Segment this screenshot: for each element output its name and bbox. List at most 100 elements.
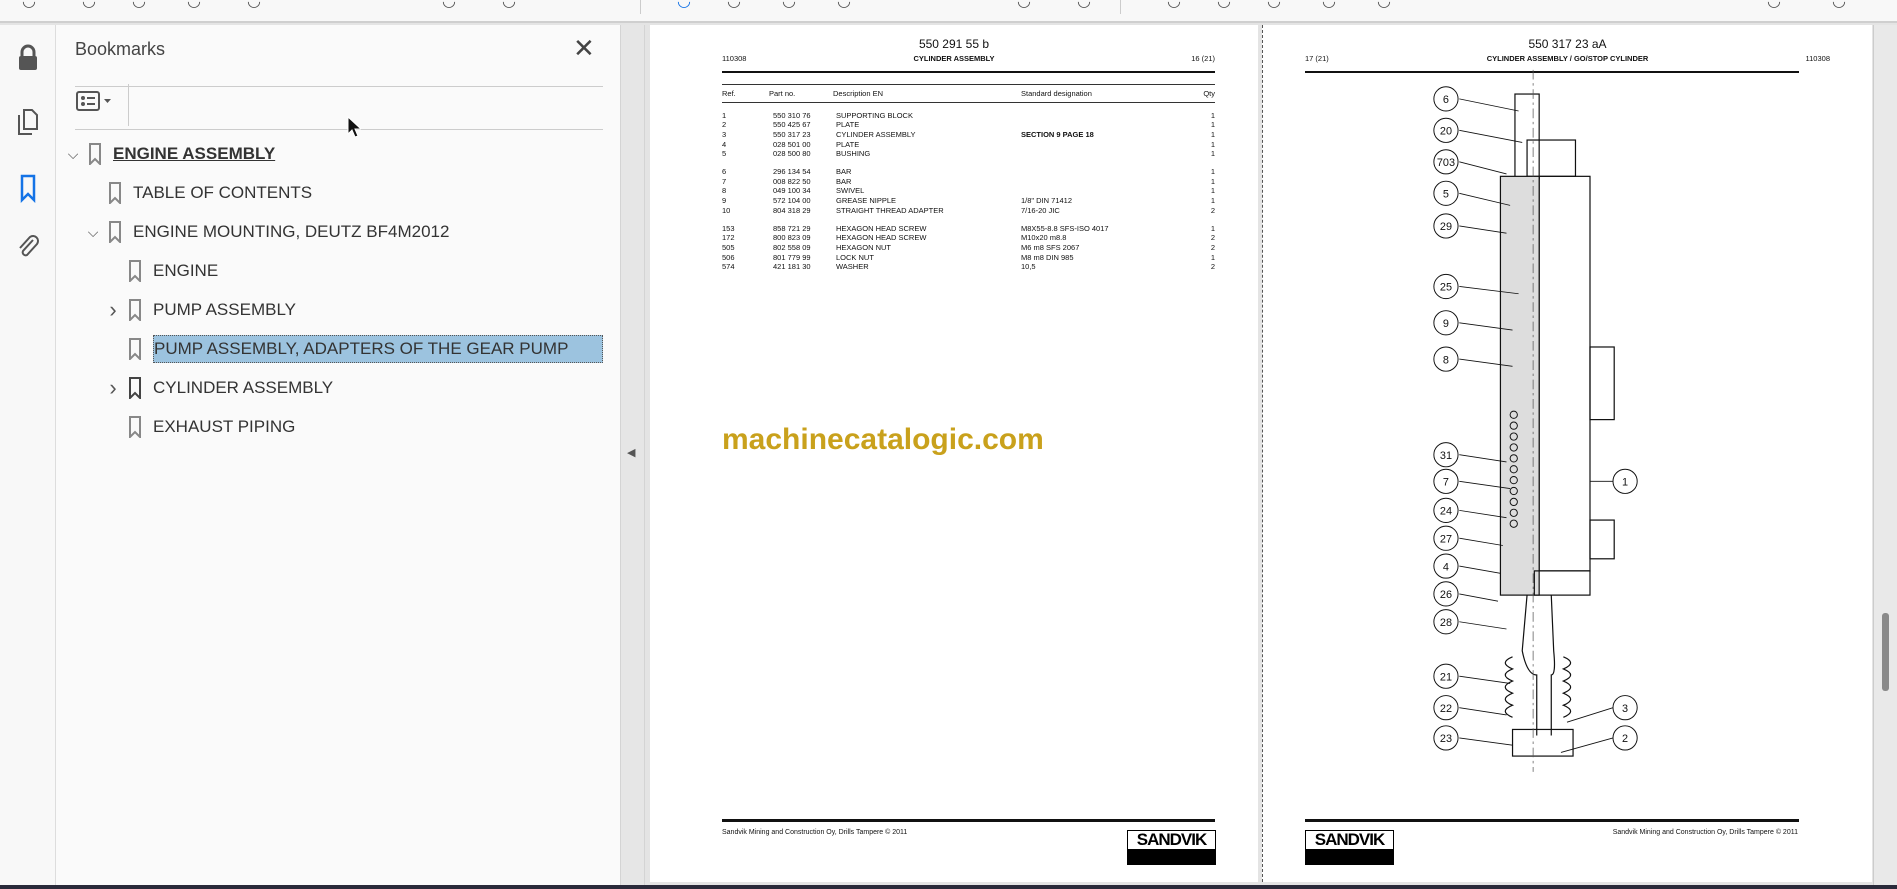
bookmark-item[interactable]: ENGINE [104,256,218,286]
rule [722,71,1215,73]
collapse-arrow-icon[interactable]: ◀ [627,446,635,459]
bookmark-label: ENGINE MOUNTING, DEUTZ BF4M2012 [133,222,450,241]
table-cell: SWIVEL [836,186,865,196]
bookmark-item[interactable]: ⌵ ENGINE ASSEMBLY [64,139,275,169]
leader-line [1459,129,1523,143]
stamp-icon[interactable]: ◡ [1375,0,1393,10]
upload-icon[interactable]: ◡ [130,0,148,10]
table-row: 3 550 317 23 CYLINDER ASSEMBLY SECTION 9 PA… [722,130,1215,140]
bookmark-item[interactable]: PUMP ASSEMBLY, ADAPTERS OF THE GEAR PUMP [104,334,603,364]
table-cell: GREASE NIPPLE [836,196,897,206]
callout-label: 28 [1440,617,1452,629]
callout-label: 3 [1622,703,1628,715]
draw-icon[interactable]: ◡ [1265,0,1283,10]
bookmark-item[interactable]: TABLE OF CONTENTS [84,178,312,208]
table-cell: 2 [1210,242,1215,252]
callout-label: 6 [1443,94,1449,106]
table-cell [1021,140,1191,150]
table-cell: 5 [722,149,727,159]
print-icon[interactable]: ◡ [185,0,203,10]
table-cell: 421 181 30 [773,262,811,272]
table-cell: 10 [722,205,731,215]
callout-label: 4 [1443,561,1449,573]
table-cell: STRAIGHT THREAD ADAPTER [836,205,944,215]
table-cell: 2 [722,120,727,130]
callout-label: 9 [1443,318,1449,330]
watermark: machinecatalogic.com [722,423,1044,456]
zoom-in-icon[interactable]: ◡ [835,0,853,10]
bookmark-icon[interactable]: ◡ [80,0,98,10]
table-cell: M8X55-8.8 SFS-ISO 4017 [1021,223,1109,233]
leader-line [1459,98,1519,112]
bookmark-options-button[interactable] [75,90,115,112]
bookmark-item[interactable]: ⌵ ENGINE MOUNTING, DEUTZ BF4M2012 [84,217,449,247]
table-cell: HEXAGON NUT [836,242,892,252]
table-cell: PLATE [836,139,860,149]
chevron-down-icon[interactable]: ⌵ [84,224,102,241]
bookmark-item[interactable]: EXHAUST PIPING [104,412,295,442]
table-cell: 2 [1210,233,1215,243]
table-cell: 550 425 67 [773,120,811,130]
callout-label: 24 [1440,506,1452,518]
chevron-down-icon[interactable]: ⌵ [64,146,82,163]
pages-icon[interactable] [14,107,42,137]
table-row: 5 028 500 80 BUSHING 1 [722,149,1215,159]
bookmark-item[interactable]: › CYLINDER ASSEMBLY [104,373,333,403]
table-cell: 800 823 09 [773,233,811,243]
page-up-icon[interactable]: ◡ [440,0,458,10]
callout-label: 703 [1437,157,1455,169]
table-cell: HEXAGON HEAD SCREW [836,223,927,233]
table-cell: 2 [1210,205,1215,215]
bookmark-label: ENGINE [153,261,219,280]
fit-icon[interactable]: ◡ [1015,0,1033,10]
save-icon[interactable]: ◡ [20,0,38,10]
callout-label: 25 [1440,282,1452,294]
chevron-right-icon[interactable]: › [104,375,122,401]
toolbar-separator [640,0,641,14]
table-cell: BUSHING [836,149,871,159]
col-ref: Ref. [722,89,736,98]
vertical-scrollbar[interactable] [1873,25,1897,885]
table-row: 6 296 134 54 BAR 1 [722,167,1215,177]
table-cell: 804 318 29 [773,205,811,215]
scrollbar-thumb[interactable] [1882,613,1889,691]
bookmarks-panel: Bookmarks ✕ ⌵ ENGINE ASSEMBLY TABLE OF CON… [56,25,620,889]
comment-icon[interactable]: ◡ [1165,0,1183,10]
table-cell: 1 [1210,176,1215,186]
lock-icon[interactable] [14,43,42,73]
bookmark-item[interactable]: › PUMP ASSEMBLY [104,295,296,325]
main-toolbar: ◡ ◡ ◡ ◡ ◡ ◡ ◡ ◡ ◡ ◡ ◡ ◡ ◡ ◡ ◡ ◡ ◡ ◡ ◡ ◡ [0,0,1897,23]
sign-icon[interactable]: ◡ [1320,0,1338,10]
callout-label: 7 [1443,477,1449,489]
callout-label: 26 [1440,589,1452,601]
table-cell: 1 [1210,223,1215,233]
chevron-right-icon[interactable]: › [104,297,122,323]
search-icon[interactable]: ◡ [245,0,263,10]
close-panel-button[interactable]: ✕ [573,33,595,64]
highlight-icon[interactable]: ◡ [1215,0,1233,10]
attachment-icon[interactable] [14,231,42,261]
scroll-icon[interactable]: ◡ [1075,0,1093,10]
table-cell: 4 [722,139,727,149]
hand-icon[interactable]: ◡ [725,0,743,10]
table-cell: 7 [722,176,727,186]
mount-tab [1589,519,1615,560]
bookmarks-icon[interactable] [14,173,42,203]
panel-splitter[interactable]: ◀ [620,25,645,889]
bookmark-label: CYLINDER ASSEMBLY [153,378,334,397]
leader-line [1560,737,1614,753]
page-down-icon[interactable]: ◡ [500,0,518,10]
leader-line [1459,593,1499,602]
table-cell [1021,120,1191,130]
mouse-cursor-icon [347,116,361,138]
head [1526,139,1577,177]
callout-label: 8 [1443,354,1449,366]
callout-label: 20 [1440,126,1452,138]
panel-title: Bookmarks [75,39,166,59]
share-icon[interactable]: ◡ [1765,0,1783,10]
select-icon[interactable]: ◡ [675,0,693,10]
table-cell: 802 558 09 [773,242,811,252]
zoom-out-icon[interactable]: ◡ [780,0,798,10]
account-icon[interactable]: ◡ [1830,0,1848,10]
leader-line [1459,737,1513,746]
